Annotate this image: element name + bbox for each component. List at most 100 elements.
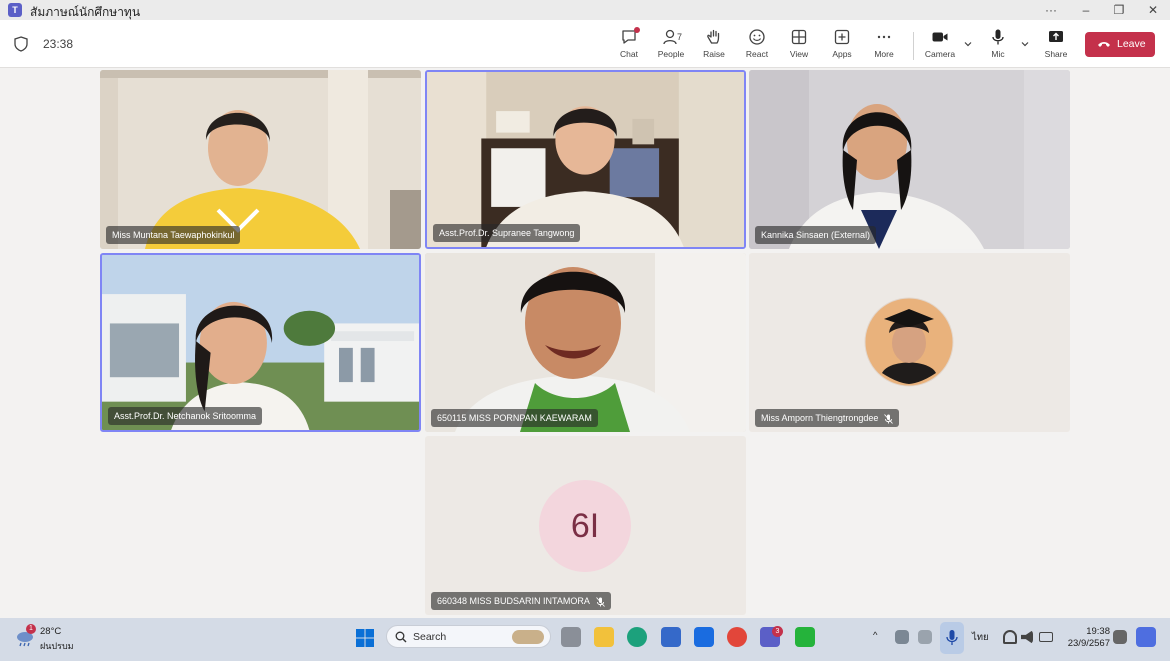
- participant-initials-avatar: 6I: [539, 480, 631, 572]
- search-icon: [395, 631, 407, 643]
- notification-bell-icon[interactable]: [1113, 630, 1127, 644]
- task-view-icon[interactable]: [561, 627, 581, 647]
- participant-profile-photo: [864, 297, 954, 387]
- raise-hand-button[interactable]: Raise: [694, 26, 734, 64]
- share-icon: [1049, 31, 1063, 42]
- participant-name-tag: Miss Muntana Taewaphokinkul: [106, 226, 241, 244]
- apps-label: Apps: [832, 49, 852, 59]
- camera-icon: [932, 32, 948, 42]
- people-label: People: [657, 49, 685, 59]
- muted-mic-icon: [596, 596, 605, 607]
- teams-app-icon: T: [8, 3, 22, 17]
- participant-name-tag: Asst.Prof.Dr. Netchanok Sritoomma: [108, 407, 263, 425]
- edge-browser-icon[interactable]: [627, 627, 647, 647]
- dropbox-icon[interactable]: [694, 627, 714, 647]
- share-label: Share: [1044, 49, 1068, 59]
- participant-name-tag: 660348 MISS BUDSARIN INTAMORA: [431, 592, 611, 610]
- window-more-icon[interactable]: ···: [1043, 2, 1059, 18]
- participant-video: [427, 72, 744, 247]
- participant-video: [749, 70, 1070, 249]
- participant-name: Miss Amporn Thiengtrongdee: [761, 413, 879, 423]
- close-icon[interactable]: ✕: [1145, 2, 1161, 18]
- weather-description[interactable]: ฝนปรบม: [40, 639, 74, 653]
- meeting-toolbar: 23:38 Chat 7 People Raise React View App…: [0, 20, 1170, 68]
- participant-tile[interactable]: 650115 MISS PORNPAN KAEWARAM: [425, 253, 746, 432]
- weather-temperature[interactable]: 28°C: [40, 626, 61, 637]
- teams-badge: 3: [772, 626, 783, 637]
- react-label: React: [745, 49, 769, 59]
- chat-button[interactable]: Chat: [609, 26, 649, 64]
- camera-options-chevron-icon[interactable]: [962, 38, 974, 50]
- system-clock[interactable]: 19:38 23/9/2567: [1062, 626, 1110, 650]
- participant-tile[interactable]: Miss Amporn Thiengtrongdee: [749, 253, 1070, 432]
- view-label: View: [789, 49, 809, 59]
- chat-label: Chat: [620, 49, 638, 59]
- title-bar: T สัมภาษณ์นักศึกษาทุน ··· – ❐ ✕: [0, 0, 1170, 20]
- participant-name-tag: 650115 MISS PORNPAN KAEWARAM: [431, 409, 598, 427]
- mic-in-use-indicator[interactable]: [940, 622, 964, 654]
- share-button[interactable]: Share: [1036, 26, 1076, 64]
- participant-name: 650115 MISS PORNPAN KAEWARAM: [437, 413, 592, 423]
- restore-icon[interactable]: ❐: [1111, 2, 1127, 18]
- participant-video: [425, 253, 746, 432]
- more-label: More: [874, 49, 894, 59]
- participant-tile[interactable]: Asst.Prof.Dr. Netchanok Sritoomma: [100, 253, 421, 432]
- start-menu-icon[interactable]: [356, 629, 374, 647]
- minimize-icon[interactable]: –: [1078, 2, 1094, 18]
- participant-name: 660348 MISS BUDSARIN INTAMORA: [437, 596, 590, 606]
- leave-button[interactable]: Leave: [1085, 32, 1155, 57]
- clock-time: 19:38: [1086, 626, 1110, 637]
- participant-tile[interactable]: Kannika Sinsaen (External): [749, 70, 1070, 249]
- mic-options-chevron-icon[interactable]: [1019, 38, 1031, 50]
- participant-name-tag: Kannika Sinsaen (External): [755, 226, 877, 244]
- participant-name: Kannika Sinsaen (External): [761, 230, 871, 240]
- plus-box-icon: [834, 29, 850, 45]
- chrome-icon[interactable]: [727, 627, 747, 647]
- view-button[interactable]: View: [779, 26, 819, 64]
- participant-name-tag: Miss Amporn Thiengtrongdee: [755, 409, 900, 427]
- smiley-icon: [749, 29, 765, 45]
- camera-button[interactable]: Camera: [920, 26, 960, 64]
- chat-notification-dot: [634, 27, 640, 33]
- mic-label: Mic: [991, 49, 1005, 59]
- line-app-icon[interactable]: [795, 627, 815, 647]
- muted-mic-icon: [884, 413, 894, 424]
- participant-tile[interactable]: 6I 660348 MISS BUDSARIN INTAMORA: [425, 436, 746, 615]
- volume-icon[interactable]: [1021, 630, 1033, 644]
- wifi-icon[interactable]: [1003, 630, 1017, 644]
- participant-name: Asst.Prof.Dr. Netchanok Sritoomma: [114, 411, 257, 421]
- toolbar-divider: [913, 32, 914, 60]
- shield-icon[interactable]: [14, 36, 28, 52]
- ellipsis-icon: [877, 35, 891, 39]
- battery-icon[interactable]: [1039, 632, 1053, 642]
- people-count: 7: [677, 32, 683, 42]
- sync-icon[interactable]: [918, 630, 932, 644]
- weather-badge: 1: [26, 624, 36, 634]
- react-button[interactable]: React: [737, 26, 777, 64]
- copilot-icon[interactable]: [1136, 627, 1156, 647]
- participant-name: Miss Muntana Taewaphokinkul: [112, 230, 235, 240]
- participant-video: [102, 255, 419, 430]
- people-button[interactable]: 7 People: [651, 26, 691, 64]
- participant-tile[interactable]: Miss Muntana Taewaphokinkul: [100, 70, 421, 249]
- onedrive-icon[interactable]: [895, 630, 909, 644]
- hand-icon: [707, 29, 720, 44]
- show-hidden-icons-chevron-icon[interactable]: ^: [873, 630, 877, 641]
- input-language[interactable]: ไทย: [972, 630, 989, 645]
- microphone-icon: [946, 630, 958, 645]
- participant-name: Asst.Prof.Dr. Supranee Tangwong: [439, 228, 575, 238]
- apps-button[interactable]: Apps: [822, 26, 862, 64]
- mic-button[interactable]: Mic: [978, 26, 1018, 64]
- participant-tile[interactable]: Asst.Prof.Dr. Supranee Tangwong: [425, 70, 746, 249]
- hang-up-icon: [1098, 42, 1110, 47]
- file-explorer-icon[interactable]: [594, 627, 614, 647]
- leave-label: Leave: [1117, 38, 1146, 50]
- search-label: Search: [413, 631, 447, 643]
- mail-icon[interactable]: [661, 627, 681, 647]
- camera-label: Camera: [924, 49, 956, 59]
- meeting-timer: 23:38: [43, 37, 74, 51]
- participant-name-tag: Asst.Prof.Dr. Supranee Tangwong: [433, 224, 581, 242]
- search-highlight-icon: [512, 630, 544, 644]
- more-button[interactable]: More: [864, 26, 904, 64]
- taskbar-search-box[interactable]: Search: [386, 625, 551, 648]
